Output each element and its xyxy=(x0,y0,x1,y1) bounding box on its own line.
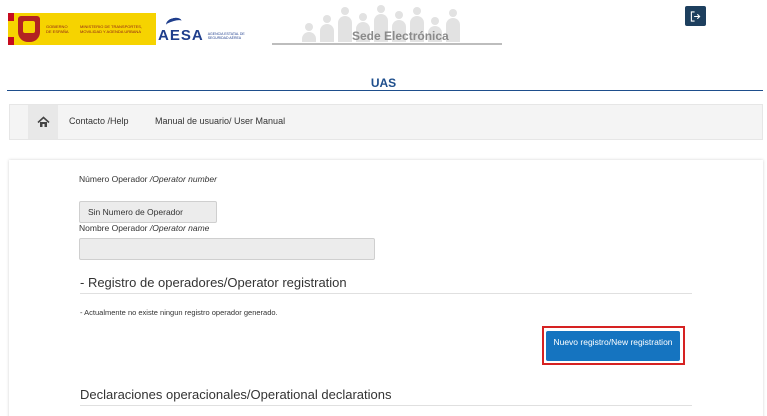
operator-name-label: Nombre Operador /Operator name xyxy=(79,223,299,234)
operator-name-label-en: /Operator name xyxy=(149,223,210,233)
top-navigation-bar: Contacto /Help Manual de usuario/ User M… xyxy=(9,104,763,140)
nav-link-user-manual[interactable]: Manual de usuario/ User Manual xyxy=(155,116,285,126)
logout-button[interactable] xyxy=(685,6,706,26)
operator-number-label-en: /Operator number xyxy=(149,174,217,184)
declarations-section-title: Declaraciones operacionales/Operational … xyxy=(80,387,392,402)
spain-flag-icon xyxy=(8,13,14,45)
new-registration-button[interactable]: Nuevo registro/New registration xyxy=(546,331,680,361)
operator-number-field[interactable]: Sin Numero de Operador xyxy=(79,201,217,223)
portal-banner: Sede Electrónica xyxy=(272,5,502,46)
portal-banner-underline xyxy=(272,43,502,45)
home-button[interactable] xyxy=(28,105,58,139)
government-logo: GOBIERNO DE ESPAÑA MINISTERIO DE TRANSPO… xyxy=(8,13,156,45)
site-header: GOBIERNO DE ESPAÑA MINISTERIO DE TRANSPO… xyxy=(0,0,767,62)
registration-section-title: - Registro de operadores/Operator regist… xyxy=(80,275,347,290)
declarations-section-divider xyxy=(80,405,692,406)
ministry-logo-text: MINISTERIO DE TRANSPORTES, MOVILIDAD Y A… xyxy=(80,24,143,34)
registration-section-divider xyxy=(80,293,692,294)
home-icon xyxy=(36,116,50,127)
page-title: UAS xyxy=(370,76,397,90)
aesa-logo: AESA AGENCIA ESTATAL DE SEGURIDAD AÉREA xyxy=(158,16,248,44)
page-title-divider xyxy=(7,90,763,91)
nav-link-contact[interactable]: Contacto /Help xyxy=(69,116,129,126)
aesa-logo-text: AGENCIA ESTATAL DE SEGURIDAD AÉREA xyxy=(207,32,245,40)
portal-title: Sede Electrónica xyxy=(352,29,449,43)
registration-empty-note: - Actualmente no existe ningun registro … xyxy=(80,308,278,317)
gov-logo-text: GOBIERNO DE ESPAÑA xyxy=(46,24,69,34)
operator-number-label: Número Operador /Operator number xyxy=(79,174,219,185)
operator-number-label-es: Número Operador xyxy=(79,174,150,184)
operator-name-label-es: Nombre Operador xyxy=(79,223,150,233)
coat-of-arms-icon xyxy=(18,16,40,42)
logout-icon xyxy=(690,10,701,22)
operator-name-field[interactable] xyxy=(79,238,375,260)
aesa-logo-mark: AESA xyxy=(158,27,204,44)
